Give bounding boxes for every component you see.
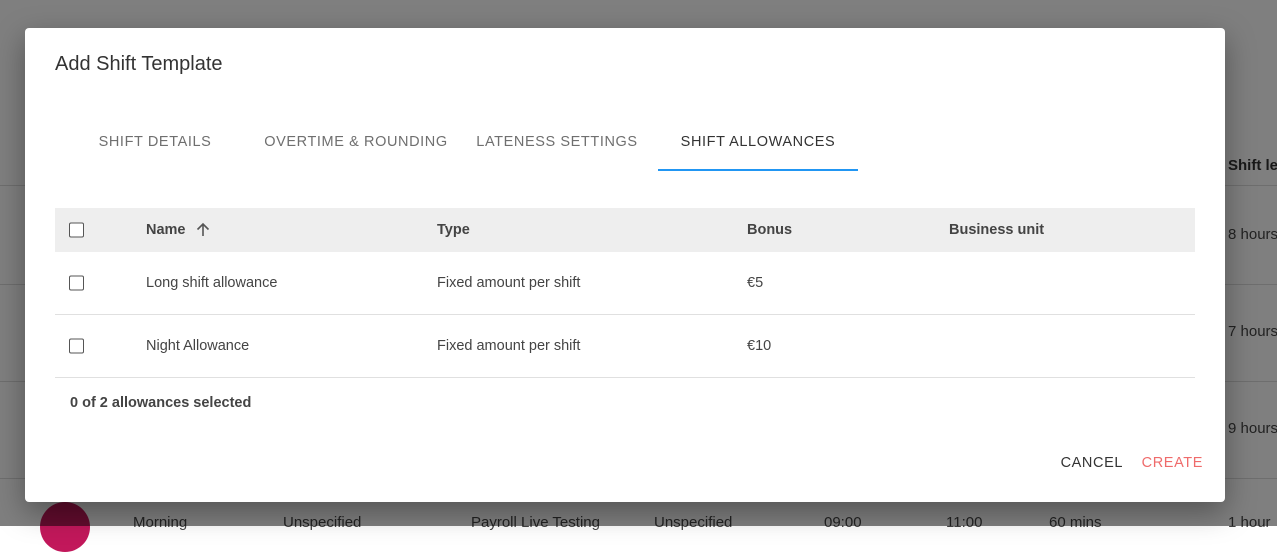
tab-overtime-rounding[interactable]: OVERTIME & ROUNDING (255, 122, 457, 170)
table-header: Name Type Bonus Business unit (55, 208, 1195, 252)
cell-type: Fixed amount per shift (437, 275, 581, 291)
tab-lateness-settings[interactable]: LATENESS SETTINGS (457, 122, 657, 170)
row-checkbox[interactable] (69, 338, 84, 354)
table-row[interactable]: Long shift allowance Fixed amount per sh… (55, 252, 1195, 315)
create-button[interactable]: CREATE (1142, 455, 1203, 471)
add-shift-template-dialog: Add Shift Template SHIFT DETAILS OVERTIM… (25, 28, 1225, 502)
column-header-name-label: Name (146, 222, 186, 238)
column-header-business-unit[interactable]: Business unit (949, 208, 1044, 252)
active-tab-indicator (658, 169, 858, 171)
column-header-type[interactable]: Type (437, 208, 470, 252)
tab-shift-allowances[interactable]: SHIFT ALLOWANCES (658, 122, 858, 170)
cancel-button[interactable]: CANCEL (1061, 455, 1123, 471)
row-checkbox[interactable] (69, 275, 84, 291)
cell-type: Fixed amount per shift (437, 338, 581, 354)
column-header-name[interactable]: Name (146, 208, 211, 252)
column-header-bonus[interactable]: Bonus (747, 208, 792, 252)
select-all-checkbox[interactable] (69, 222, 84, 238)
arrow-up-icon[interactable] (195, 222, 211, 238)
selection-summary: 0 of 2 allowances selected (70, 395, 252, 411)
dialog-title: Add Shift Template (55, 53, 223, 75)
select-all-cell (55, 208, 115, 252)
cell-bonus: €5 (747, 275, 764, 291)
tab-shift-details[interactable]: SHIFT DETAILS (55, 122, 255, 170)
cell-name: Long shift allowance (146, 275, 278, 291)
allowances-table: Name Type Bonus Business unit Long shift… (55, 208, 1195, 378)
row-select-cell (55, 252, 115, 314)
row-select-cell (55, 315, 115, 377)
tab-bar: SHIFT DETAILS OVERTIME & ROUNDING LATENE… (55, 122, 858, 172)
cell-name: Night Allowance (146, 338, 250, 354)
cell-bonus: €10 (747, 338, 772, 354)
table-row[interactable]: Night Allowance Fixed amount per shift €… (55, 315, 1195, 378)
